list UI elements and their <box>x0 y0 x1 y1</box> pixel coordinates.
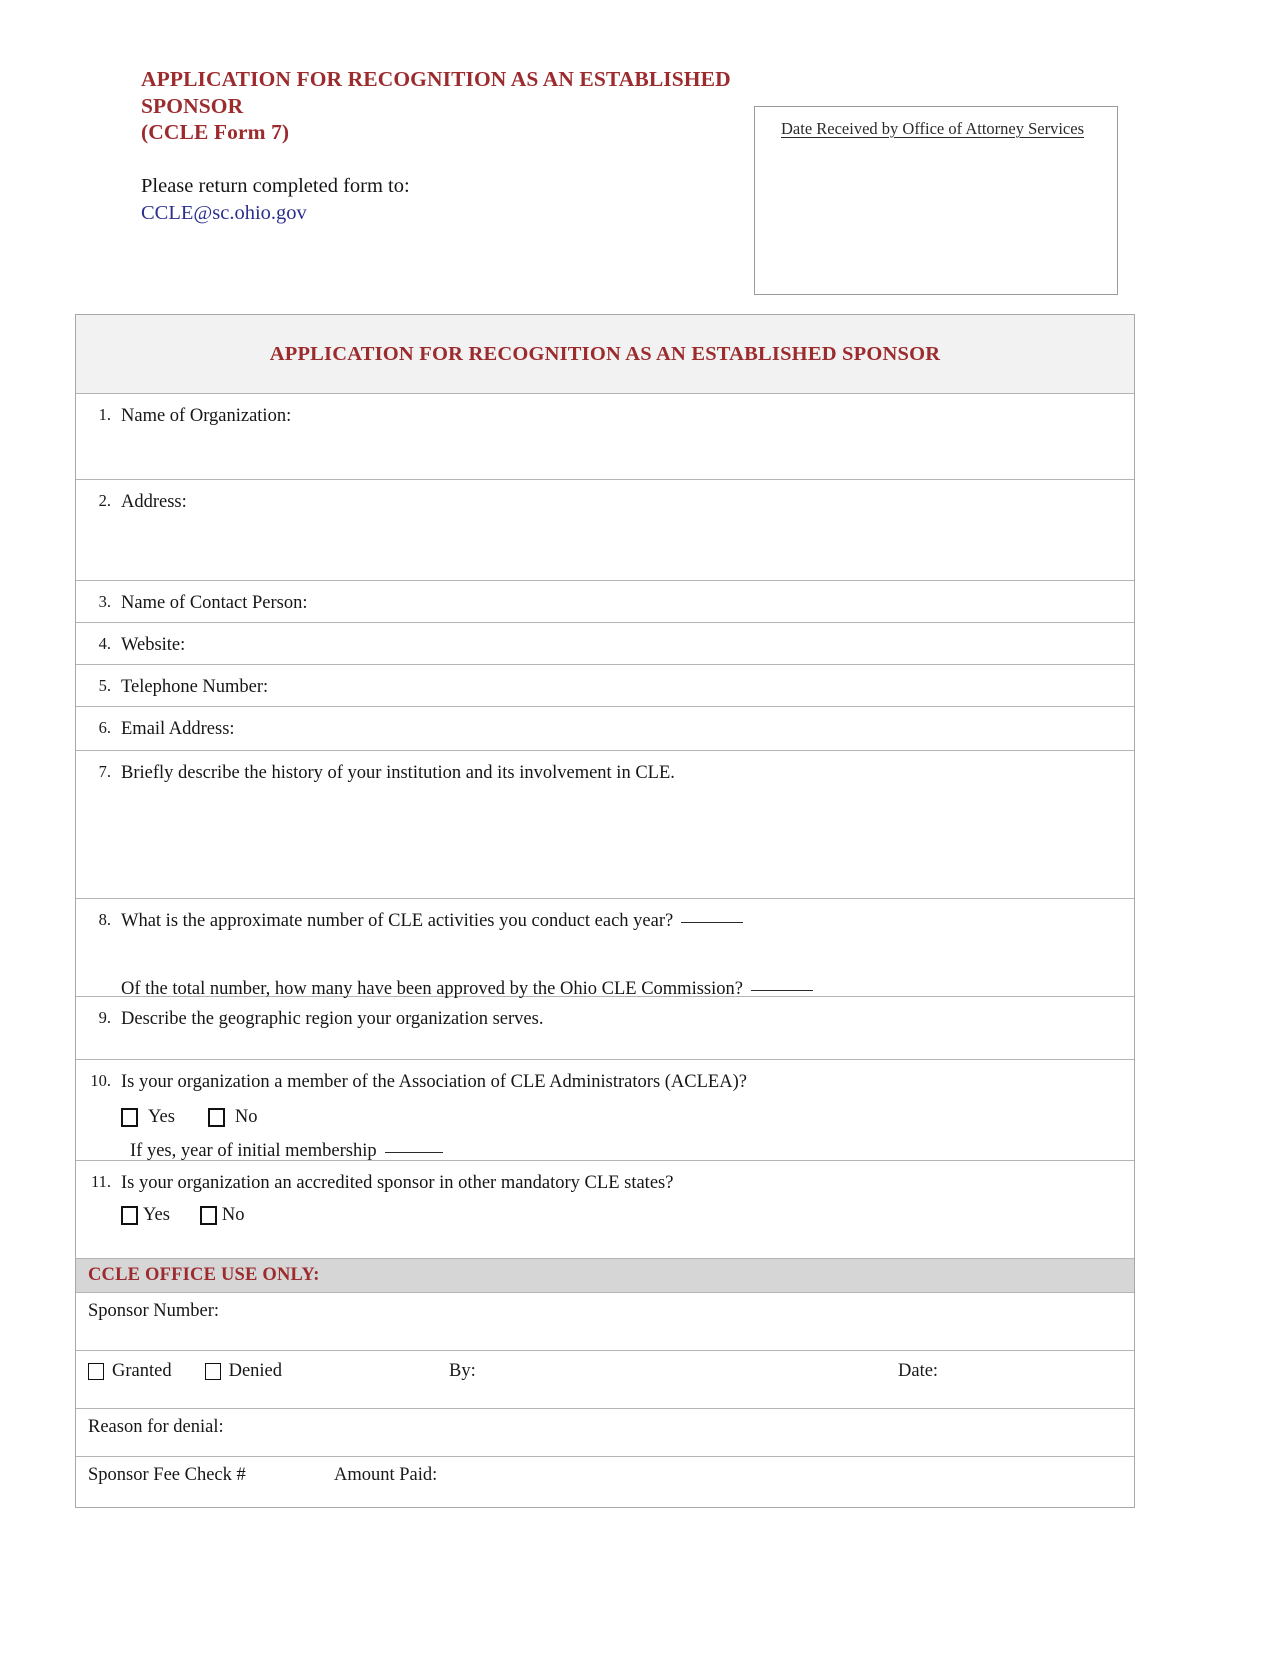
return-instruction-text: Please return completed form to: <box>141 174 410 197</box>
date-received-box[interactable]: Date Received by Office of Attorney Serv… <box>754 106 1118 295</box>
item-label-aclea-member: Is your organization a member of the Ass… <box>121 1072 747 1092</box>
item-number: 4. <box>98 634 111 653</box>
table-row[interactable]: 10. Is your organization a member of the… <box>76 1060 1134 1161</box>
reason-for-denial-label: Reason for denial: <box>88 1417 224 1437</box>
item-number: 6. <box>98 718 111 737</box>
aclea-choice-row: Yes No <box>121 1107 1120 1128</box>
item-label-address: Address: <box>121 492 187 512</box>
table-row[interactable]: 2. Address: <box>76 480 1134 581</box>
item-label-website: Website: <box>121 635 186 655</box>
table-row[interactable]: 8. What is the approximate number of CLE… <box>76 899 1134 999</box>
checkbox-icon[interactable] <box>207 1107 225 1127</box>
item-number: 11. <box>90 1172 111 1191</box>
table-row[interactable]: Granted Denied By: Date: <box>76 1351 1134 1409</box>
header-left-block: APPLICATION FOR RECOGNITION AS AN ESTABL… <box>141 66 741 227</box>
application-form-table: APPLICATION FOR RECOGNITION AS AN ESTABL… <box>75 314 1135 1508</box>
table-row[interactable]: 9. Describe the geographic region your o… <box>76 997 1134 1060</box>
aclea-no-label: No <box>234 1106 258 1127</box>
table-row[interactable]: 7. Briefly describe the history of your … <box>76 751 1134 899</box>
table-row[interactable]: Sponsor Fee Check # Amount Paid: <box>76 1457 1134 1507</box>
approved-count-blank[interactable] <box>750 989 813 991</box>
office-use-banner-text: CCLE OFFICE USE ONLY: <box>88 1265 320 1285</box>
aclea-year-note-text: If yes, year of initial membership <box>130 1140 377 1161</box>
checkbox-icon[interactable] <box>121 1107 138 1127</box>
item-number: 9. <box>98 1008 111 1027</box>
table-row[interactable]: 3. Name of Contact Person: <box>76 581 1134 623</box>
aclea-yes-option[interactable]: Yes <box>121 1107 175 1128</box>
table-row[interactable]: 5. Telephone Number: <box>76 665 1134 707</box>
denied-label: Denied <box>228 1361 283 1381</box>
granted-label: Granted <box>112 1361 172 1381</box>
document-page: APPLICATION FOR RECOGNITION AS AN ESTABL… <box>0 0 1280 1656</box>
decision-row: Granted Denied <box>76 1351 1134 1382</box>
activities-per-year-blank[interactable] <box>681 922 744 923</box>
item-label-email-address: Email Address: <box>121 719 235 739</box>
item-label-other-states-accredited: Is your organization an accredited spons… <box>121 1173 674 1193</box>
form-title-line2: (CCLE Form 7) <box>141 120 290 145</box>
aclea-no-option[interactable]: No <box>207 1106 258 1128</box>
sponsor-number-label: Sponsor Number: <box>88 1301 220 1321</box>
item-text-approved-count: Of the total number, how many have been … <box>121 978 743 999</box>
other-states-choice-row: Yes No <box>121 1205 1120 1226</box>
granted-option[interactable]: Granted <box>88 1361 172 1382</box>
office-use-banner: CCLE OFFICE USE ONLY: <box>76 1259 1134 1293</box>
aclea-yes-label: Yes <box>148 1106 175 1127</box>
item-number: 1. <box>98 405 111 424</box>
amount-paid-label: Amount Paid: <box>334 1465 438 1485</box>
item-label-contact-person: Name of Contact Person: <box>121 593 308 613</box>
table-row[interactable]: 4. Website: <box>76 623 1134 665</box>
table-row[interactable]: Sponsor Number: <box>76 1293 1134 1351</box>
form-title-line1: APPLICATION FOR RECOGNITION AS AN ESTABL… <box>141 67 731 118</box>
item-label-activities-per-year: What is the approximate number of CLE ac… <box>121 908 1120 935</box>
checkbox-icon[interactable] <box>88 1363 104 1380</box>
item-number: 2. <box>98 491 111 510</box>
form-banner-title: APPLICATION FOR RECOGNITION AS AN ESTABL… <box>269 342 941 365</box>
denied-option[interactable]: Denied <box>204 1361 283 1382</box>
sponsor-fee-check-label: Sponsor Fee Check # <box>88 1465 246 1485</box>
item-label-geographic-region: Describe the geographic region your orga… <box>121 1009 544 1029</box>
date-received-label: Date Received by Office of Attorney Serv… <box>781 119 1085 138</box>
other-states-yes-label: Yes <box>143 1204 170 1225</box>
item-number: 5. <box>98 676 111 695</box>
header-zone: APPLICATION FOR RECOGNITION AS AN ESTABL… <box>0 0 1280 295</box>
checkbox-icon[interactable] <box>199 1205 217 1225</box>
date-label: Date: <box>898 1361 939 1381</box>
table-row[interactable]: 6. Email Address: <box>76 707 1134 751</box>
item-number: 8. <box>98 910 111 929</box>
aclea-year-note: If yes, year of initial membership <box>121 1141 1120 1162</box>
aclea-year-blank[interactable] <box>384 1151 443 1153</box>
table-row[interactable]: Reason for denial: <box>76 1409 1134 1457</box>
return-instruction-block: Please return completed form to: CCLE@sc… <box>141 173 741 227</box>
item-text-activities-per-year: What is the approximate number of CLE ac… <box>121 911 674 931</box>
item-label-name-of-organization: Name of Organization: <box>121 406 292 426</box>
other-states-yes-option[interactable]: Yes <box>121 1205 170 1226</box>
item-number: 7. <box>98 762 111 781</box>
table-row[interactable]: 11. Is your organization an accredited s… <box>76 1161 1134 1259</box>
other-states-no-option[interactable]: No <box>199 1204 245 1226</box>
checkbox-icon[interactable] <box>121 1205 138 1225</box>
item-label-history-description: Briefly describe the history of your ins… <box>121 763 675 783</box>
form-banner-row: APPLICATION FOR RECOGNITION AS AN ESTABL… <box>76 315 1134 394</box>
return-email-link[interactable]: CCLE@sc.ohio.gov <box>141 200 741 227</box>
checkbox-icon[interactable] <box>204 1363 221 1380</box>
item-number: 10. <box>90 1071 111 1090</box>
page-title: APPLICATION FOR RECOGNITION AS AN ESTABL… <box>141 66 741 146</box>
item-number: 3. <box>98 592 111 611</box>
item-label-telephone-number: Telephone Number: <box>121 677 269 697</box>
by-label: By: <box>449 1361 476 1381</box>
other-states-no-label: No <box>221 1204 245 1225</box>
table-row[interactable]: 1. Name of Organization: <box>76 394 1134 480</box>
